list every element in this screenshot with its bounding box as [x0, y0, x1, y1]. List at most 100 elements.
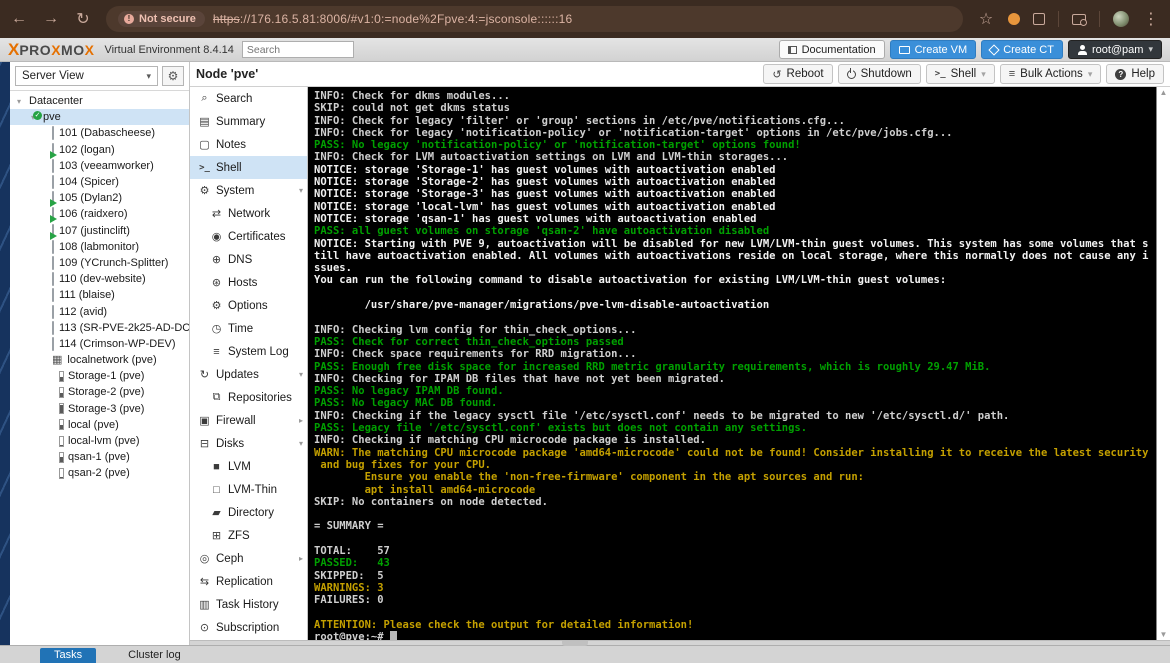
- bookmark-star-icon[interactable]: ☆: [977, 9, 995, 29]
- collapse-caret-icon[interactable]: ▾: [299, 370, 303, 379]
- tree-item-107-justinclift[interactable]: 107 (justinclift): [10, 223, 189, 239]
- menu-item-repositories[interactable]: ⧉ Repositories: [190, 386, 307, 409]
- menu-item-syslog[interactable]: ≡ System Log: [190, 340, 307, 363]
- scroll-down-icon[interactable]: ▼: [1160, 629, 1168, 640]
- menu-item-network[interactable]: ⇄ Network: [190, 202, 307, 225]
- proxmox-logo: X PRO X MO X: [8, 39, 95, 59]
- warning-icon: !: [124, 14, 134, 24]
- gear-icon: ⚙: [167, 69, 179, 83]
- tree-item-103-veeamworker[interactable]: 103 (veeamworker): [10, 158, 189, 174]
- scroll-up-icon[interactable]: ▲: [1160, 87, 1168, 98]
- menu-item-system[interactable]: ⚙ System ▾: [190, 179, 307, 202]
- tree-item-114-crimson-wp-dev[interactable]: 114 (Crimson-WP-DEV): [10, 336, 189, 352]
- menu-item-time[interactable]: ◷ Time: [190, 317, 307, 340]
- tree-item-qsan-1-pve[interactable]: qsan-1 (pve): [10, 449, 189, 465]
- menu-item-zfs[interactable]: ⊞ ZFS: [190, 524, 307, 547]
- tree-item-pve[interactable]: ▾pve: [10, 109, 189, 126]
- collapse-caret-icon[interactable]: ▾: [299, 186, 303, 195]
- tree-settings-button[interactable]: ⚙: [162, 66, 184, 86]
- tree-item-local-pve[interactable]: local (pve): [10, 417, 189, 433]
- tree-item-storage-1-pve[interactable]: Storage-1 (pve): [10, 368, 189, 384]
- user-menu-button[interactable]: root@pam ▾: [1067, 40, 1162, 59]
- reboot-button[interactable]: ↺ Reboot: [763, 64, 833, 84]
- tree-item-109-ycrunch-splitter[interactable]: 109 (YCrunch-Splitter): [10, 255, 189, 271]
- menu-item-shell[interactable]: >_ Shell: [190, 156, 307, 179]
- shutdown-button[interactable]: Shutdown: [837, 64, 921, 84]
- menu-item-disks[interactable]: ⊟ Disks ▾: [190, 432, 307, 455]
- tab-tasks[interactable]: Tasks: [40, 648, 97, 663]
- tree-item-storage-2-pve[interactable]: Storage-2 (pve): [10, 384, 189, 400]
- tree-item-localnetwork-pve[interactable]: ▦ localnetwork (pve): [10, 352, 189, 368]
- collapse-caret-icon[interactable]: ▾: [299, 439, 303, 448]
- cube-icon: [988, 43, 1000, 56]
- expand-caret-icon[interactable]: ▸: [299, 554, 303, 563]
- menu-item-hosts[interactable]: ⊛ Hosts: [190, 271, 307, 294]
- menu-item-updates[interactable]: ↻ Updates ▾: [190, 363, 307, 386]
- tree-item-102-logan[interactable]: 102 (logan): [10, 142, 189, 158]
- terminal-scrollbar[interactable]: ▲ ▼: [1156, 87, 1170, 640]
- time-icon: ◷: [211, 323, 222, 335]
- menu-item-label: Disks: [216, 437, 245, 450]
- menu-item-ceph[interactable]: ◎ Ceph ▸: [190, 547, 307, 570]
- tree-item-110-dev-website[interactable]: 110 (dev-website): [10, 271, 189, 287]
- tree-item-112-avid[interactable]: 112 (avid): [10, 303, 189, 319]
- back-icon[interactable]: ←: [10, 10, 28, 28]
- tab-cluster-log[interactable]: Cluster log: [114, 648, 195, 663]
- tree-item-storage-3-pve[interactable]: Storage-3 (pve): [10, 401, 189, 417]
- tree-item-qsan-2-pve[interactable]: qsan-2 (pve): [10, 465, 189, 481]
- shell-terminal[interactable]: INFO: Check for dkms modules... SKIP: cou…: [308, 87, 1170, 640]
- create-ct-button[interactable]: Create CT: [981, 40, 1063, 59]
- chevron-down-icon: ▾: [1087, 68, 1093, 79]
- extensions-puzzle-icon[interactable]: [1033, 13, 1045, 25]
- menu-item-replication[interactable]: ⇆ Replication: [190, 570, 307, 593]
- menu-item-taskhistory[interactable]: ▥ Task History: [190, 593, 307, 616]
- tab-search-icon[interactable]: [1072, 13, 1087, 26]
- shell-button[interactable]: >_ Shell ▾: [925, 64, 995, 84]
- panel-splitter[interactable]: [190, 640, 1170, 646]
- menu-item-subscription[interactable]: ⊙ Subscription: [190, 616, 307, 639]
- bulk-actions-button[interactable]: ≡ Bulk Actions ▾: [999, 64, 1102, 84]
- help-button[interactable]: ? Help: [1106, 64, 1164, 84]
- reload-icon[interactable]: ↻: [74, 9, 92, 29]
- menu-item-search[interactable]: ⌕ Search: [190, 87, 307, 110]
- menu-item-notes[interactable]: ▢ Notes: [190, 133, 307, 156]
- prompt-text: root@pve:~#: [314, 631, 390, 640]
- menu-item-dns[interactable]: ⊕ DNS: [190, 248, 307, 271]
- tree-item-106-raidxero[interactable]: 106 (raidxero): [10, 206, 189, 222]
- extension-icon[interactable]: [1008, 13, 1020, 25]
- menu-item-lvmthin[interactable]: □ LVM-Thin: [190, 478, 307, 501]
- tree-item-datacenter[interactable]: ▾ Datacenter: [10, 93, 189, 109]
- view-selector[interactable]: Server View ▾: [15, 66, 158, 86]
- terminal-line: NOTICE: storage 'qsan-1' has guest volum…: [314, 212, 757, 225]
- expand-caret-icon[interactable]: ▾: [14, 97, 24, 106]
- menu-dots-icon[interactable]: ⋮: [1142, 9, 1160, 29]
- forward-icon[interactable]: →: [42, 10, 60, 28]
- menu-item-lvm[interactable]: ■ LVM: [190, 455, 307, 478]
- address-bar[interactable]: ! Not secure https://176.16.5.81:8006/#v…: [106, 6, 963, 32]
- menu-item-directory[interactable]: ▰ Directory: [190, 501, 307, 524]
- tree-item-104-spicer[interactable]: 104 (Spicer): [10, 174, 189, 190]
- menu-item-options[interactable]: ⚙ Options: [190, 294, 307, 317]
- tree-item-101-dabascheese[interactable]: 101 (Dabascheese): [10, 125, 189, 141]
- tree-item-111-blaise[interactable]: 111 (blaise): [10, 287, 189, 303]
- tree-item-113-sr-pve-2k25-ad-dc[interactable]: 113 (SR-PVE-2k25-AD-DC): [10, 320, 189, 336]
- profile-avatar[interactable]: [1113, 11, 1129, 27]
- global-search-input[interactable]: [241, 41, 354, 58]
- menu-item-firewall[interactable]: ▣ Firewall ▸: [190, 409, 307, 432]
- expand-caret-icon[interactable]: ▸: [299, 416, 303, 425]
- terminal-line: till have autoactivation enabled. All vo…: [314, 249, 1149, 262]
- menu-item-summary[interactable]: ▤ Summary: [190, 110, 307, 133]
- terminal-line: PASS: Enough free disk space for increas…: [314, 360, 991, 373]
- create-vm-button[interactable]: Create VM: [889, 40, 977, 59]
- splitter-handle[interactable]: [562, 641, 589, 646]
- tree-item-105-dylan2[interactable]: 105 (Dylan2): [10, 190, 189, 206]
- tree-item-local-lvm-pve[interactable]: local-lvm (pve): [10, 433, 189, 449]
- tree-item-108-labmonitor[interactable]: 108 (labmonitor): [10, 239, 189, 255]
- terminal-line: SKIPPED: 5: [314, 569, 384, 582]
- menu-item-certificates[interactable]: ◉ Certificates: [190, 225, 307, 248]
- storage-usage-gauge: [59, 370, 64, 382]
- not-secure-badge[interactable]: ! Not secure: [118, 11, 205, 27]
- documentation-button[interactable]: Documentation: [778, 40, 885, 59]
